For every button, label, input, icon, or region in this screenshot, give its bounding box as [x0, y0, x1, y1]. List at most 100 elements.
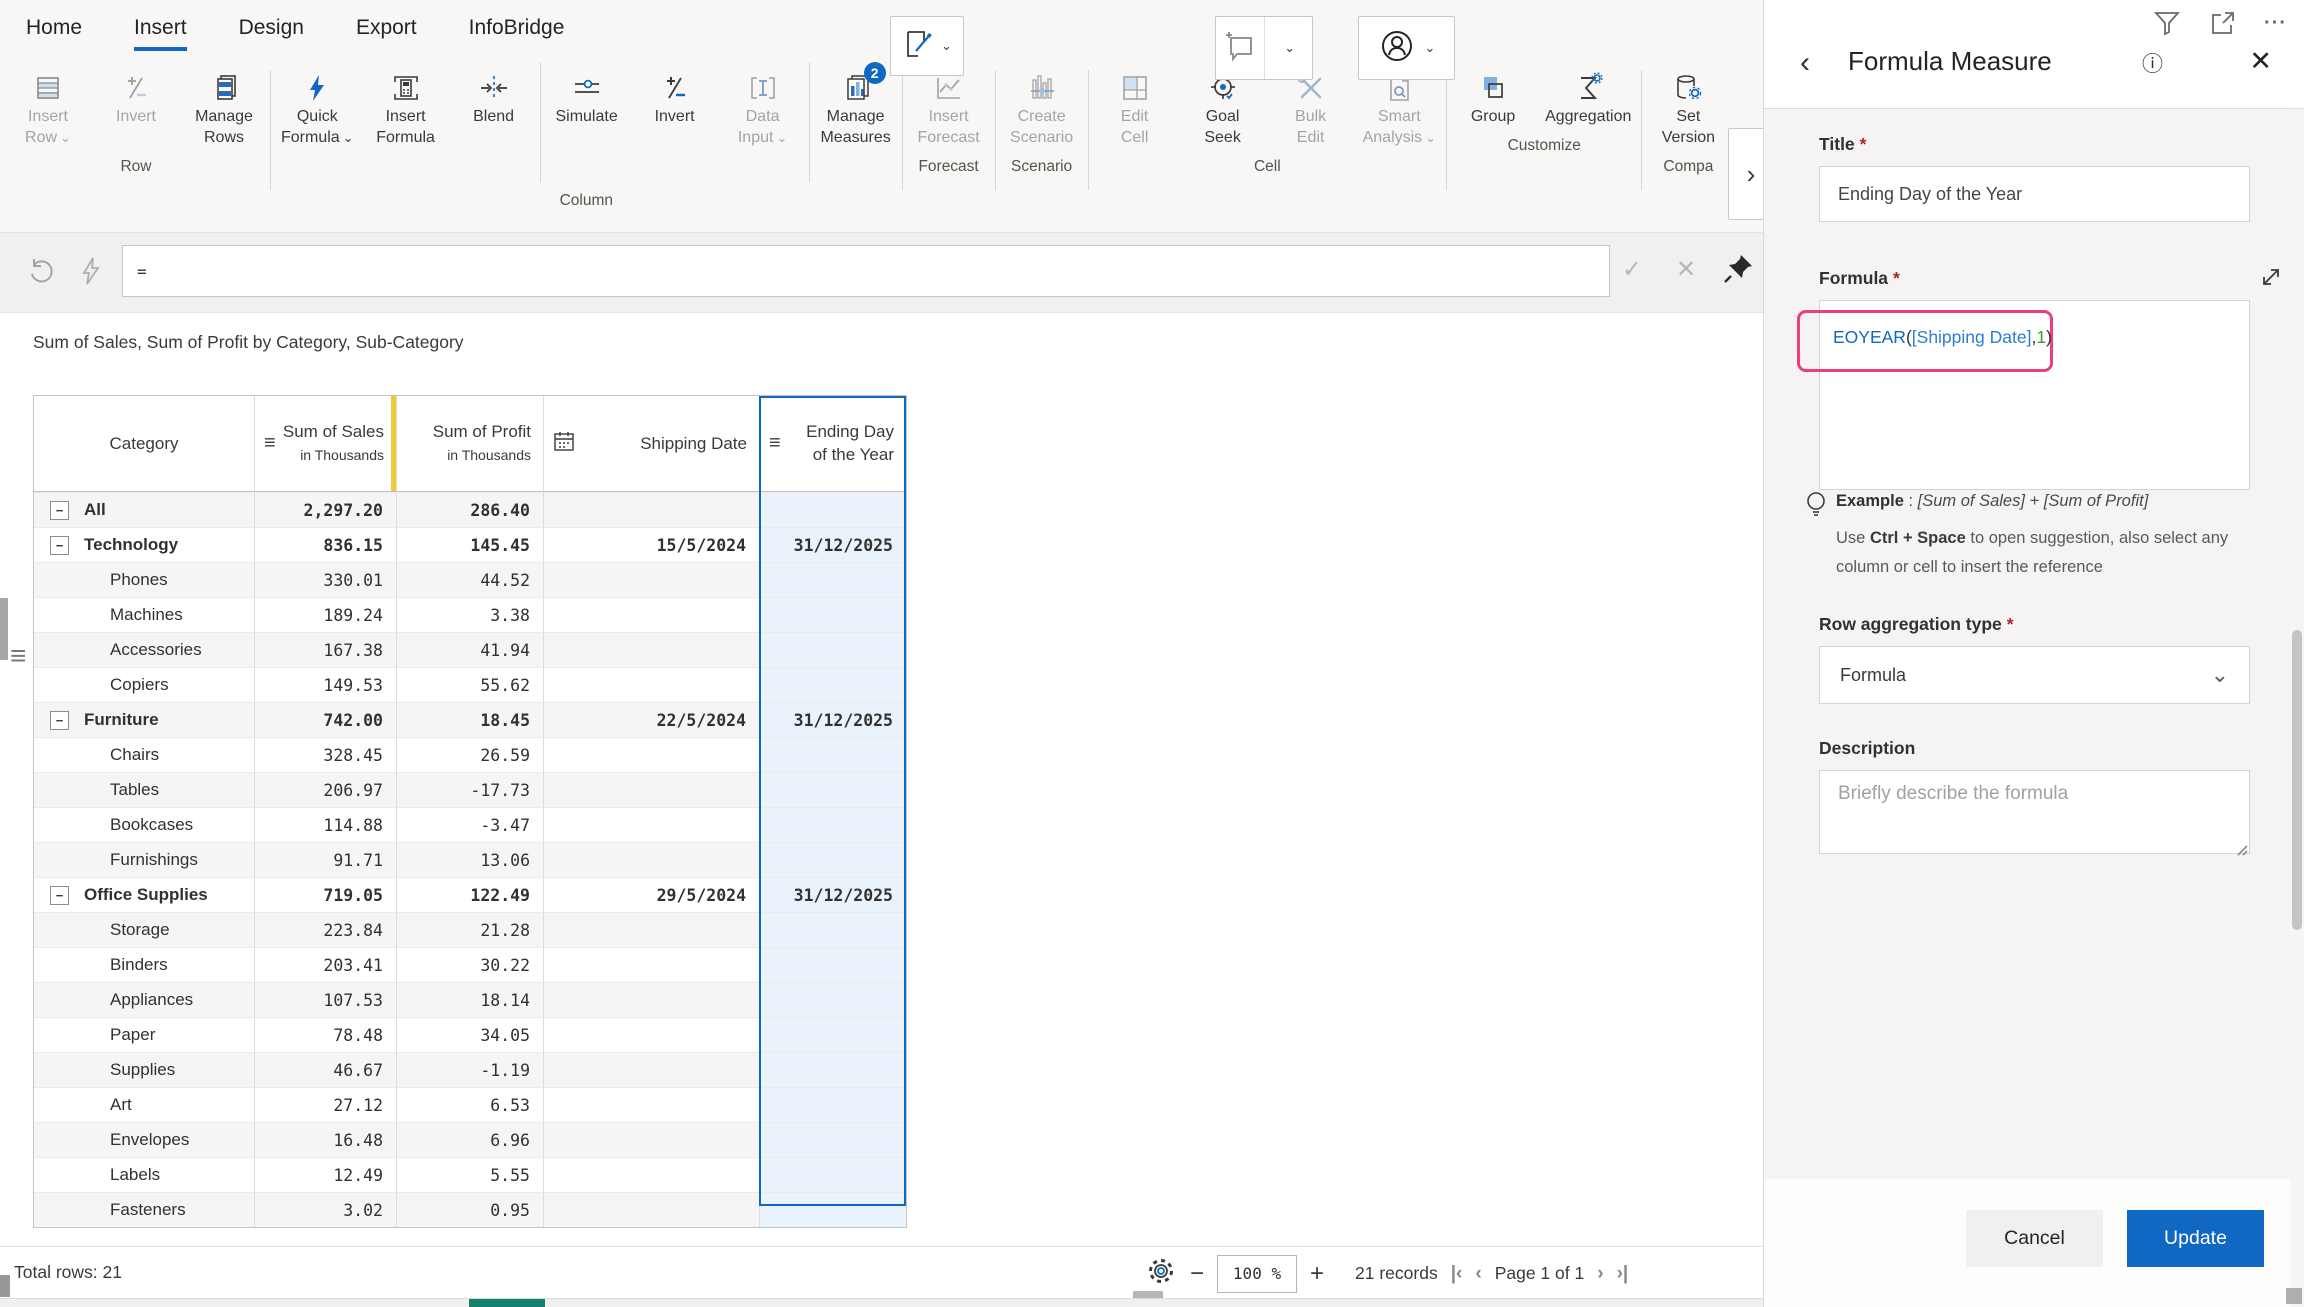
- tab-insert[interactable]: Insert: [134, 16, 187, 51]
- table-row[interactable]: −Furniture 742.0018.45 22/5/202431/12/20…: [34, 702, 906, 737]
- quick-formula-button[interactable]: Quick Formula⌄: [273, 62, 362, 148]
- expand-formula-icon[interactable]: [2258, 264, 2284, 295]
- table-row[interactable]: Copiers 149.5355.62: [34, 667, 906, 702]
- insert-row-button[interactable]: Insert Row⌄: [4, 62, 92, 148]
- comment-dropdown-button[interactable]: ⌄: [1264, 17, 1313, 79]
- header-ending-day[interactable]: ≡ Ending Dayof the Year: [759, 396, 906, 491]
- invert-icon: [659, 70, 691, 106]
- header-shipping-date[interactable]: Shipping Date: [543, 396, 759, 491]
- table-row[interactable]: Supplies 46.67-1.19: [34, 1052, 906, 1087]
- tab-export[interactable]: Export: [356, 16, 417, 51]
- popout-icon[interactable]: [2208, 8, 2238, 38]
- panel-scrollbar[interactable]: [2290, 110, 2304, 1307]
- simulate-button[interactable]: Simulate: [543, 62, 631, 127]
- set-version-button[interactable]: Set Version: [1644, 62, 1732, 148]
- info-icon[interactable]: ⓘ: [2142, 48, 2163, 78]
- collapse-icon[interactable]: −: [50, 501, 69, 520]
- title-field-input[interactable]: [1819, 166, 2250, 222]
- data-input-button[interactable]: Data Input⌄: [719, 62, 807, 148]
- table-row[interactable]: −All 2,297.20286.40: [34, 492, 906, 527]
- update-button[interactable]: Update: [2127, 1210, 2264, 1267]
- zoom-level-input[interactable]: 100 %: [1217, 1255, 1297, 1293]
- table-row[interactable]: Tables 206.97-17.73: [34, 772, 906, 807]
- table-row[interactable]: Paper 78.4834.05: [34, 1017, 906, 1052]
- zoom-in-button[interactable]: +: [1310, 1260, 1324, 1288]
- edit-cell-icon: [1119, 70, 1151, 106]
- scrollbar-thumb[interactable]: [2292, 630, 2302, 930]
- table-row[interactable]: Binders 203.4130.22: [34, 947, 906, 982]
- tab-design[interactable]: Design: [239, 16, 304, 51]
- aggregation-type-select[interactable]: Formula ⌄: [1819, 646, 2250, 704]
- manage-measures-button[interactable]: 2 Manage Measures: [812, 62, 900, 148]
- cancel-button[interactable]: Cancel: [1966, 1210, 2103, 1267]
- pin-icon[interactable]: [1722, 251, 1756, 290]
- invert-column-button[interactable]: Invert: [631, 62, 719, 127]
- collapse-icon[interactable]: −: [50, 711, 69, 730]
- aggregation-type-label: Row aggregation type*: [1819, 614, 2014, 635]
- previous-page-button[interactable]: ‹: [1475, 1263, 1481, 1285]
- table-row[interactable]: Labels 12.495.55: [34, 1157, 906, 1192]
- table-row[interactable]: Machines 189.243.38: [34, 597, 906, 632]
- database-gear-icon: [1672, 70, 1704, 106]
- manage-rows-button[interactable]: Manage Rows: [180, 62, 268, 148]
- left-scrollbar[interactable]: [0, 598, 8, 660]
- records-count-label: 21 records: [1355, 1263, 1438, 1284]
- ribbon-separator: [1446, 70, 1447, 190]
- table-row[interactable]: Phones 330.0144.52: [34, 562, 906, 597]
- edit-cell-button[interactable]: Edit Cell: [1091, 62, 1179, 148]
- description-textarea[interactable]: [1819, 770, 2250, 854]
- add-comment-button[interactable]: [1216, 17, 1264, 79]
- edit-visual-button[interactable]: ⌄: [890, 16, 964, 76]
- table-row[interactable]: Storage 223.8421.28: [34, 912, 906, 947]
- close-icon[interactable]: ✕: [2249, 48, 2272, 75]
- chevron-down-icon: ⌄: [2211, 662, 2229, 688]
- invert-row-button[interactable]: Invert: [92, 62, 180, 127]
- ribbon-group-forecast: Insert Forecast Forecast: [905, 62, 993, 180]
- table-row[interactable]: −Technology 836.15145.45 15/5/202431/12/…: [34, 527, 906, 562]
- bottom-scroll-strip[interactable]: [0, 1298, 1763, 1307]
- more-options-icon[interactable]: ···: [2264, 12, 2287, 35]
- chevron-down-icon: ⌄: [1425, 130, 1436, 145]
- table-row[interactable]: −Office Supplies 719.05122.49 29/5/20243…: [34, 877, 906, 912]
- blend-button[interactable]: Blend: [450, 62, 538, 127]
- create-scenario-button[interactable]: Create Scenario: [998, 62, 1086, 148]
- header-sum-of-sales[interactable]: ≡ Sum of Salesin Thousands: [254, 396, 396, 491]
- table-row[interactable]: Chairs 328.4526.59: [34, 737, 906, 772]
- aggregation-button[interactable]: Aggregation: [1537, 62, 1639, 127]
- back-icon[interactable]: ‹: [1800, 48, 1810, 78]
- collapse-icon[interactable]: −: [50, 886, 69, 905]
- horizontal-scroll-thumb[interactable]: [1133, 1291, 1163, 1298]
- collapse-icon[interactable]: −: [50, 536, 69, 555]
- filter-icon[interactable]: [2152, 8, 2182, 38]
- group-button[interactable]: Group: [1449, 62, 1537, 127]
- discard-formula-icon[interactable]: ✕: [1676, 255, 1696, 284]
- next-page-button[interactable]: ›: [1597, 1263, 1603, 1285]
- accept-formula-icon[interactable]: ✓: [1622, 255, 1642, 284]
- account-button[interactable]: ⌄: [1358, 16, 1455, 80]
- undo-icon[interactable]: [26, 255, 58, 292]
- header-sum-of-profit[interactable]: Sum of Profitin Thousands: [396, 396, 543, 491]
- tab-home[interactable]: Home: [26, 16, 82, 51]
- table-row[interactable]: Furnishings 91.7113.06: [34, 842, 906, 877]
- settings-gear-icon[interactable]: [1145, 1255, 1177, 1292]
- row-drag-handle-icon[interactable]: ≡: [10, 640, 26, 672]
- tab-infobridge[interactable]: InfoBridge: [469, 16, 565, 51]
- table-row[interactable]: Envelopes 16.486.96: [34, 1122, 906, 1157]
- lightning-outline-icon[interactable]: [76, 255, 106, 292]
- total-rows-label: Total rows: 21: [14, 1262, 122, 1283]
- formula-input[interactable]: [122, 245, 1610, 297]
- table-row[interactable]: Appliances 107.5318.14: [34, 982, 906, 1017]
- table-row[interactable]: Bookcases 114.88-3.47: [34, 807, 906, 842]
- insert-formula-button[interactable]: Insert Formula: [362, 62, 450, 148]
- last-page-button[interactable]: ›|: [1617, 1263, 1629, 1285]
- first-page-button[interactable]: |‹: [1451, 1263, 1463, 1285]
- group-squares-icon: [1477, 70, 1509, 106]
- visual-title: Sum of Sales, Sum of Profit by Category,…: [33, 332, 464, 353]
- table-row[interactable]: Accessories 167.3841.94: [34, 632, 906, 667]
- resize-corner[interactable]: [2286, 1288, 2302, 1304]
- table-row[interactable]: Fasteners 3.020.95: [34, 1192, 906, 1227]
- table-row[interactable]: Art 27.126.53: [34, 1087, 906, 1122]
- ribbon-tabs: Home Insert Design Export InfoBridge: [0, 0, 1763, 51]
- zoom-out-button[interactable]: −: [1190, 1260, 1204, 1288]
- header-category[interactable]: Category: [34, 396, 254, 491]
